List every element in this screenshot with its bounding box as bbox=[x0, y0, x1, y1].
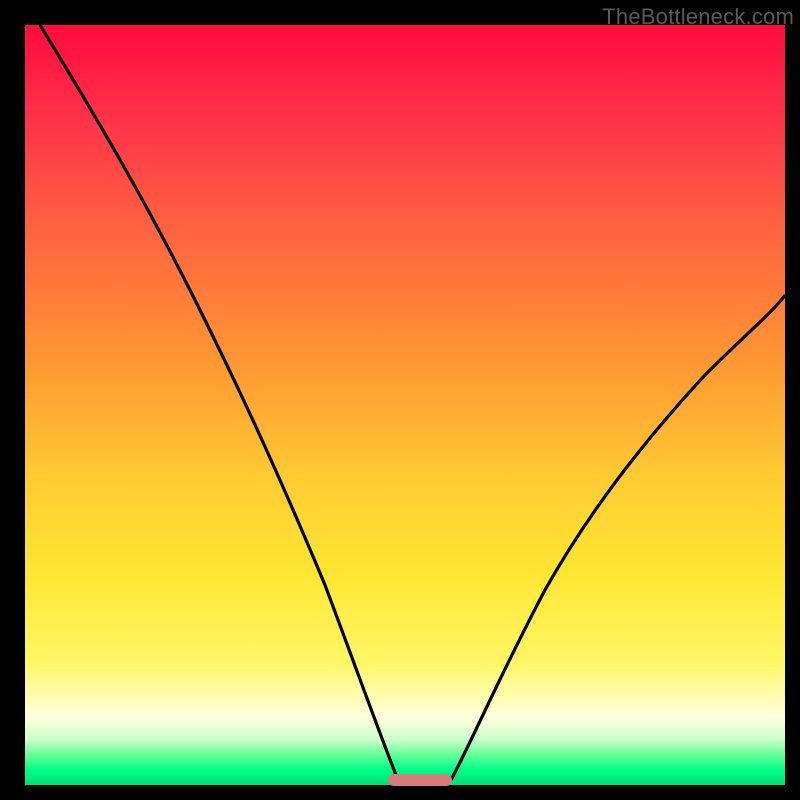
plot-area bbox=[25, 25, 785, 785]
optimal-range-marker bbox=[388, 774, 452, 786]
right-curve bbox=[451, 295, 785, 780]
left-curve bbox=[40, 25, 398, 780]
bottleneck-curves bbox=[25, 25, 785, 785]
chart-container: TheBottleneck.com bbox=[0, 0, 800, 800]
